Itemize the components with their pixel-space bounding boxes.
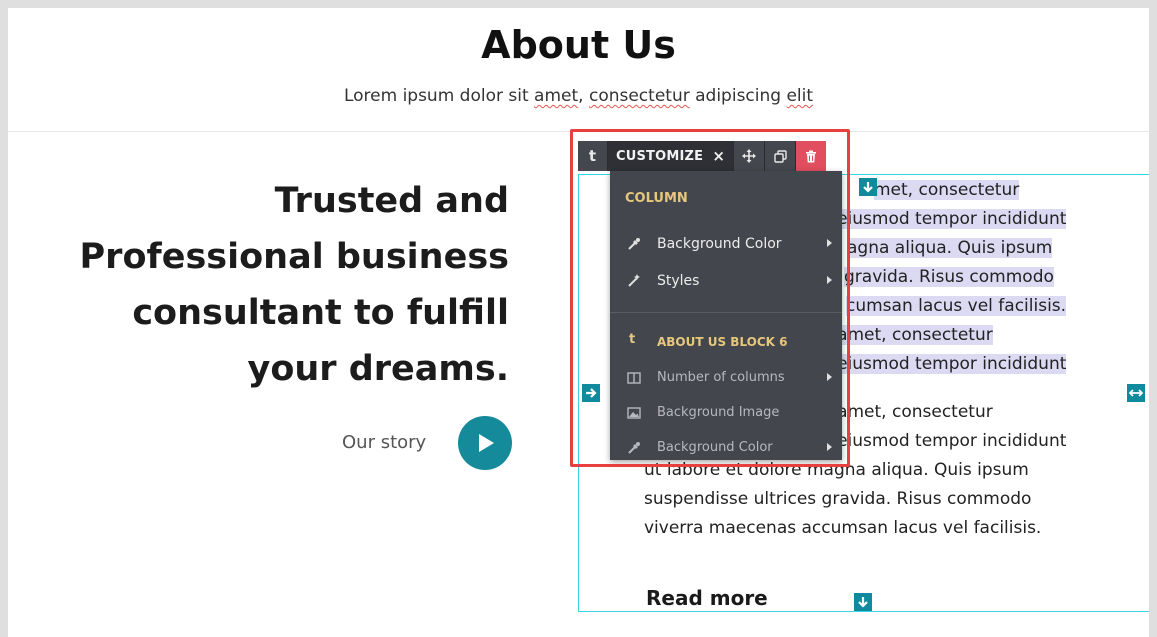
section-subtitle: Lorem ipsum dolor sit amet, consectetur … [8, 85, 1149, 107]
subtitle-text: Lorem ipsum dolor sit [343, 86, 535, 106]
misspelled-word: consectetur [588, 86, 690, 106]
misspelled-word: amet [534, 86, 579, 106]
resize-handle-top[interactable] [859, 178, 877, 196]
headline-line: consultant to fulfill [132, 293, 509, 333]
section-title: About Us [481, 23, 676, 67]
selected-text: agna aliqua. Quis ipsum [847, 238, 1053, 258]
selected-text: t eiusmod tempor incididunt [825, 354, 1067, 374]
headline-line: your dreams. [247, 349, 510, 389]
selected-text: met, consectetur [874, 180, 1020, 200]
resize-handle-bottom[interactable] [854, 593, 872, 611]
resize-handle-right[interactable] [1127, 384, 1145, 402]
headline-line: Trusted and [274, 181, 509, 221]
subtitle-text: , [578, 86, 589, 106]
text-line: viverra maecenas accumsan lacus vel faci… [644, 518, 1042, 538]
headline-line: Professional business [79, 237, 509, 277]
subtitle-text: adipiscing [689, 86, 787, 106]
page: About Us Lorem ipsum dolor sit amet, con… [8, 8, 1149, 637]
selected-text: cumsan lacus vel facilisis. [846, 296, 1067, 316]
arrow-down-icon [858, 597, 868, 608]
headline[interactable]: Trusted and Professional business consul… [29, 173, 509, 397]
text-line: suspendisse ultrices gravida. Risus comm… [644, 489, 1032, 509]
selected-text: t amet, consectetur [825, 325, 993, 345]
play-icon [479, 434, 494, 452]
highlight-frame [570, 129, 850, 467]
selected-text: gravida. Risus commodo [844, 267, 1054, 287]
our-story-row: Our story [342, 416, 512, 470]
our-story-link[interactable]: Our story [342, 431, 426, 455]
arrow-down-icon [863, 182, 873, 193]
play-button[interactable] [458, 416, 512, 470]
arrows-horizontal-icon [1129, 389, 1143, 397]
selected-text: t eiusmod tempor incididunt [825, 209, 1067, 229]
read-more-link[interactable]: Read more [646, 586, 768, 610]
misspelled-word: elit [786, 86, 814, 106]
